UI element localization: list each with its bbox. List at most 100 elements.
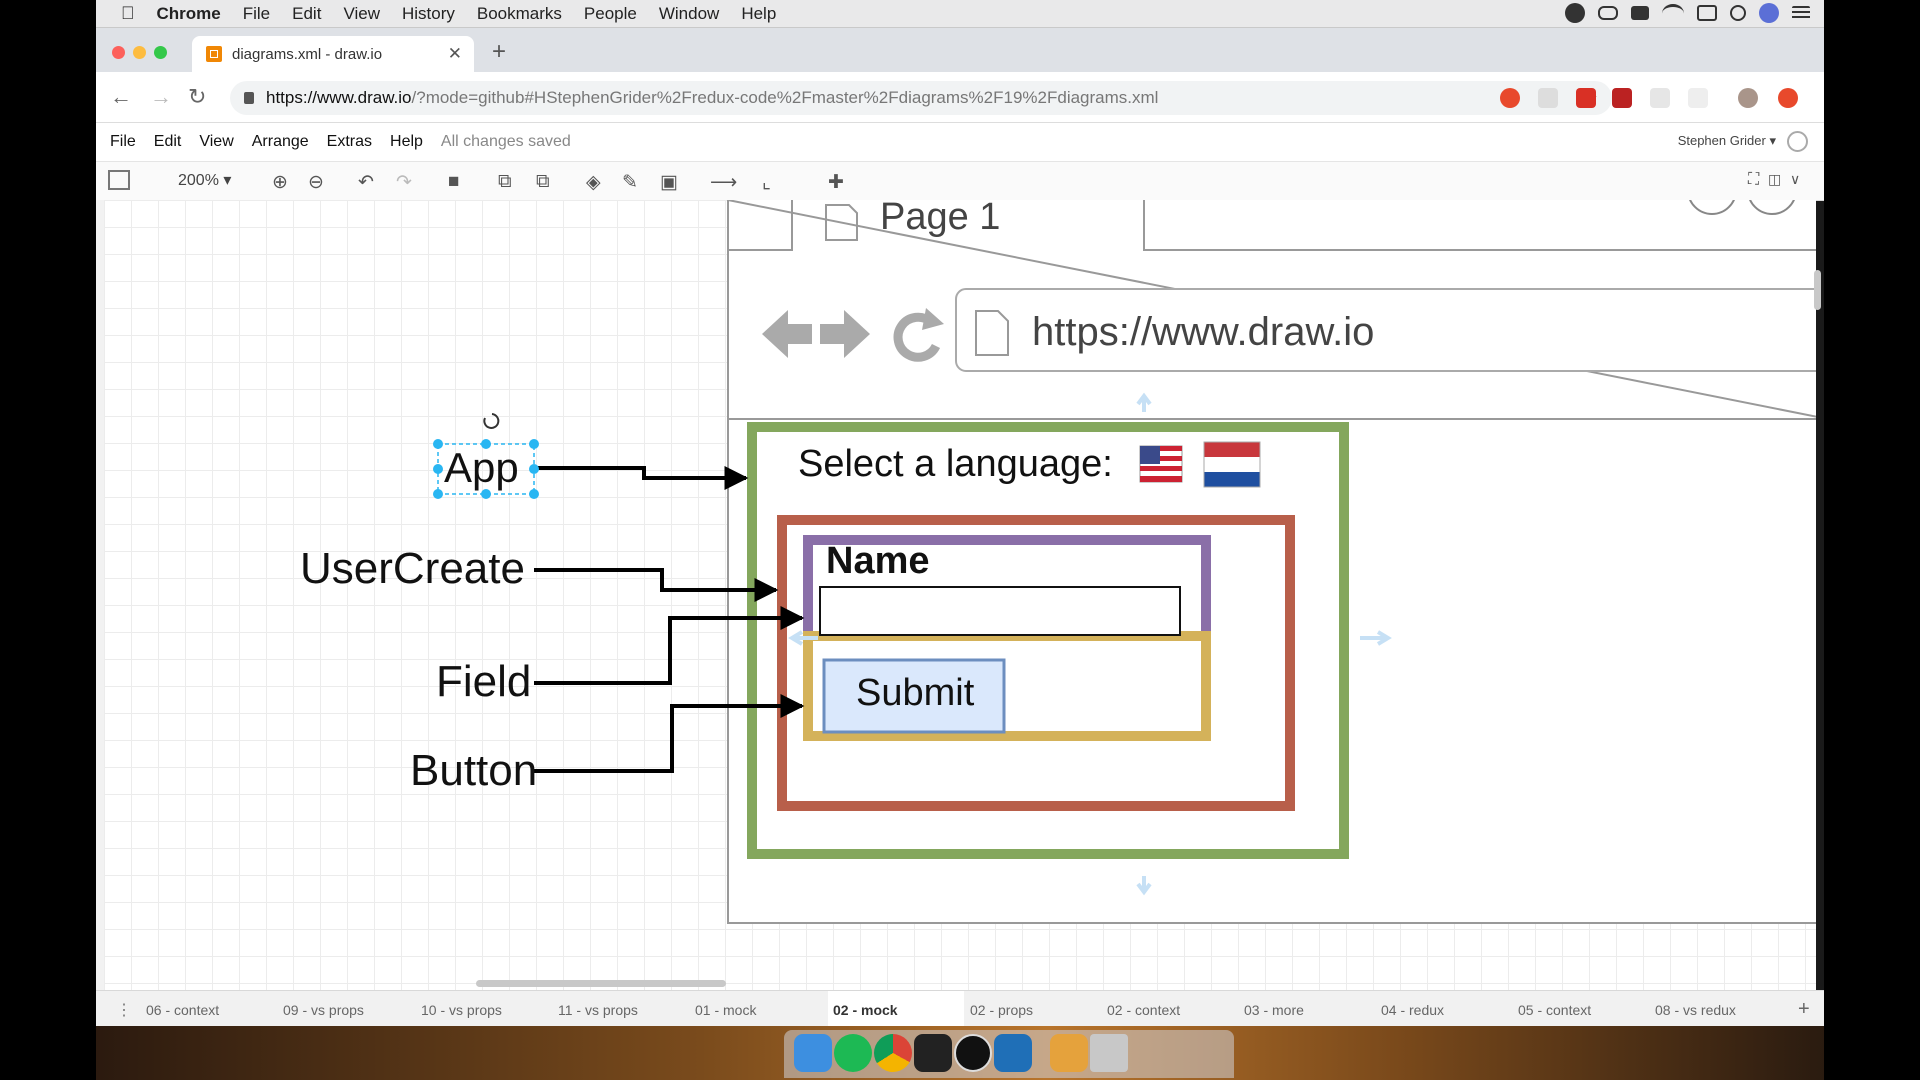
menubar-edit[interactable]: Edit — [292, 4, 321, 24]
label-usercreate[interactable]: UserCreate — [300, 544, 525, 594]
label-field[interactable]: Field — [436, 657, 531, 707]
fill-color-icon[interactable]: ◈ — [586, 171, 601, 194]
app-arrow[interactable] — [534, 466, 749, 490]
page-tab[interactable]: 10 - vs props — [421, 1002, 502, 1018]
close-tab-icon[interactable]: ✕ — [448, 44, 462, 64]
format-toggle-icon[interactable]: ◫ — [1768, 171, 1781, 188]
redo-icon[interactable]: ↷ — [396, 171, 412, 194]
battery-icon[interactable] — [1697, 5, 1717, 21]
add-page-icon[interactable]: + — [1798, 998, 1810, 1021]
resize-handle[interactable] — [529, 439, 539, 449]
zoom-in-icon[interactable]: ⊕ — [272, 171, 288, 194]
menubar-window[interactable]: Window — [659, 4, 719, 24]
menubar-help[interactable]: Help — [741, 4, 776, 24]
page-tab[interactable]: 02 - context — [1107, 1002, 1180, 1018]
extension-icon[interactable] — [1576, 88, 1596, 108]
zoom-out-icon[interactable]: ⊖ — [308, 171, 324, 194]
vscode-icon[interactable] — [994, 1034, 1032, 1072]
glasses-icon[interactable] — [1598, 6, 1618, 20]
language-globe-icon[interactable] — [1787, 131, 1808, 152]
resize-handle[interactable] — [433, 489, 443, 499]
waypoints-icon[interactable]: ⌞ — [762, 171, 771, 194]
line-color-icon[interactable]: ✎ — [622, 171, 638, 194]
extension-icon[interactable] — [1650, 88, 1670, 108]
label-button[interactable]: Button — [410, 746, 537, 796]
search-icon[interactable] — [1730, 5, 1746, 21]
label-app[interactable]: App — [444, 444, 519, 492]
extension-icon[interactable] — [1778, 88, 1798, 108]
resize-handle[interactable] — [529, 489, 539, 499]
page-tab[interactable]: 03 - more — [1244, 1002, 1304, 1018]
new-tab-icon[interactable]: + — [492, 38, 506, 66]
back-icon[interactable]: ← — [110, 84, 132, 110]
profile-avatar[interactable] — [1738, 88, 1758, 108]
window-minimize-button[interactable] — [133, 46, 146, 59]
menu-help[interactable]: Help — [390, 133, 423, 151]
window-close-button[interactable] — [112, 46, 125, 59]
extension-icon[interactable] — [1500, 88, 1520, 108]
vertical-scrollbar[interactable] — [1814, 270, 1821, 310]
page-tab[interactable]: 09 - vs props — [283, 1002, 364, 1018]
menu-edit[interactable]: Edit — [154, 133, 182, 151]
trash-icon[interactable] — [1090, 1034, 1128, 1072]
menu-view[interactable]: View — [199, 133, 233, 151]
shadow-icon[interactable]: ▣ — [660, 171, 678, 194]
menubar-bookmarks[interactable]: Bookmarks — [477, 4, 562, 24]
browser-tab[interactable]: diagrams.xml - draw.io ✕ — [192, 36, 474, 72]
resize-handle[interactable] — [529, 464, 539, 474]
css-extension-icon[interactable] — [1538, 88, 1558, 108]
rotate-handle-icon[interactable] — [483, 413, 500, 429]
wifi-icon[interactable] — [1662, 3, 1684, 23]
apple-icon[interactable]:  — [121, 3, 135, 24]
page-tab[interactable]: 04 - redux — [1381, 1002, 1444, 1018]
chrome-icon[interactable] — [874, 1034, 912, 1072]
menubar-view[interactable]: View — [343, 4, 380, 24]
to-front-icon[interactable]: ⧉ — [498, 171, 512, 193]
menubar-app-name[interactable]: Chrome — [157, 4, 221, 24]
to-back-icon[interactable]: ⧉ — [536, 171, 550, 193]
page-tab[interactable]: 05 - context — [1518, 1002, 1591, 1018]
fullscreen-icon[interactable]: ⛶ — [1748, 171, 1759, 189]
page-tab[interactable]: 01 - mock — [695, 1002, 756, 1018]
connection-icon[interactable]: ⟶ — [710, 171, 737, 194]
user-name[interactable]: Stephen Grider ▾ — [1678, 133, 1776, 149]
pages-menu-icon[interactable]: ⋮ — [116, 1000, 132, 1020]
zoom-level[interactable]: 200% ▾ — [178, 170, 231, 190]
resize-handle[interactable] — [433, 464, 443, 474]
menu-arrange[interactable]: Arrange — [252, 133, 309, 151]
reload-icon[interactable]: ↻ — [188, 84, 206, 110]
insert-icon[interactable]: ✚ — [828, 171, 844, 194]
resize-handle[interactable] — [433, 439, 443, 449]
diagram-canvas[interactable]: App UserCreate Field Button Page 1 https… — [104, 200, 1816, 990]
menubar-people[interactable]: People — [584, 4, 637, 24]
forward-icon[interactable]: → — [150, 84, 172, 110]
menu-file[interactable]: File — [110, 133, 136, 151]
page-tab[interactable]: 06 - context — [146, 1002, 219, 1018]
horizontal-scrollbar[interactable] — [476, 980, 726, 987]
delete-icon[interactable]: ■ — [448, 171, 459, 193]
window-zoom-button[interactable] — [154, 46, 167, 59]
page-tab[interactable]: 08 - vs redux — [1655, 1002, 1736, 1018]
obs-icon[interactable] — [954, 1034, 992, 1072]
spotify-icon[interactable] — [834, 1034, 872, 1072]
menubar-history[interactable]: History — [402, 4, 455, 24]
extension-icon[interactable] — [1688, 88, 1708, 108]
address-bar[interactable]: https://www.draw.io/?mode=github#HStephe… — [230, 81, 1612, 115]
undo-icon[interactable]: ↶ — [358, 171, 374, 194]
status-app-icon[interactable] — [1565, 3, 1585, 23]
notification-center-icon[interactable] — [1792, 6, 1810, 20]
format-panel-icon[interactable] — [108, 170, 130, 190]
finder-icon[interactable] — [794, 1034, 832, 1072]
sidebar-handle[interactable] — [96, 200, 104, 990]
menubar-file[interactable]: File — [243, 4, 270, 24]
page-tab[interactable]: 11 - vs props — [558, 1002, 638, 1018]
page-tab[interactable]: 02 - props — [970, 1002, 1033, 1018]
menu-extras[interactable]: Extras — [327, 133, 372, 151]
ublock-extension-icon[interactable] — [1612, 88, 1632, 108]
terminal-icon[interactable] — [914, 1034, 952, 1072]
siri-icon[interactable] — [1759, 3, 1779, 23]
docker-icon[interactable] — [1631, 6, 1649, 20]
page-tab-active[interactable]: 02 - mock — [833, 1002, 898, 1018]
collapse-icon[interactable]: ∨ — [1790, 171, 1800, 188]
folder-icon[interactable] — [1050, 1034, 1088, 1072]
